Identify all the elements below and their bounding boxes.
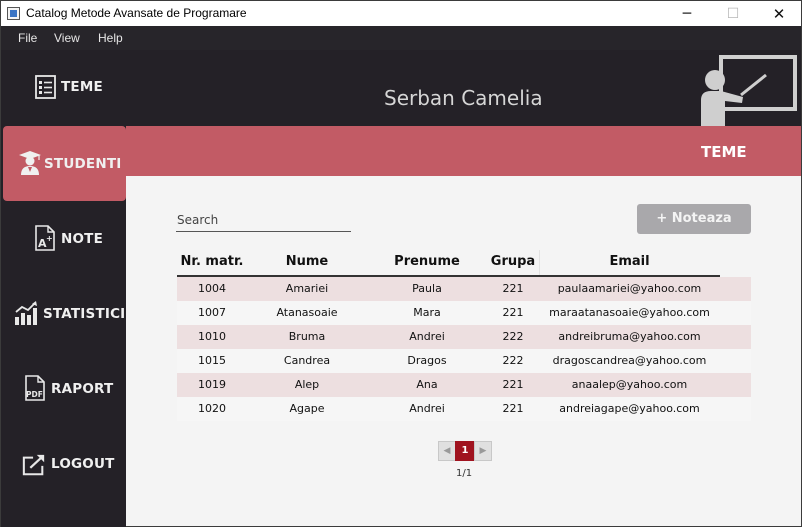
cell-prenume: Paula bbox=[412, 282, 442, 295]
window-titlebar: Catalog Metode Avansate de Programare ─ … bbox=[0, 0, 802, 26]
cell-nr-matr: 1020 bbox=[198, 402, 226, 415]
sidebar-item-statistici[interactable]: STATISTICI bbox=[2, 275, 127, 350]
column-header-nume[interactable]: Nume bbox=[247, 254, 367, 269]
table-row[interactable]: 1015 Candrea Dragos 222 dragoscandrea@ya… bbox=[177, 349, 751, 373]
table-row[interactable]: 1019 Alep Ana 221 anaalep@yahoo.com bbox=[177, 373, 751, 397]
close-button[interactable]: ✕ bbox=[756, 1, 802, 27]
cell-grupa: 221 bbox=[502, 378, 524, 391]
column-header-grupa[interactable]: Grupa bbox=[487, 254, 539, 269]
bar-chart-icon bbox=[15, 301, 37, 325]
pdf-icon: PDF bbox=[25, 375, 45, 401]
sidebar-item-label: TEME bbox=[61, 79, 103, 95]
cell-grupa: 222 bbox=[502, 354, 524, 367]
sidebar-item-label: RAPORT bbox=[51, 381, 114, 397]
table-row[interactable]: 1010 Bruma Andrei 222 andreibruma@yahoo.… bbox=[177, 325, 751, 349]
cell-grupa: 221 bbox=[502, 306, 524, 319]
svg-text:+: + bbox=[46, 234, 53, 243]
page-button-current[interactable]: 1 bbox=[455, 441, 475, 461]
page-count: 1/1 bbox=[456, 468, 473, 479]
logout-icon bbox=[22, 454, 45, 476]
grade-document-icon: A + bbox=[35, 225, 55, 251]
sidebar-item-label: STUDENTI bbox=[44, 156, 122, 172]
column-divider bbox=[539, 250, 540, 277]
column-header-email[interactable]: Email bbox=[539, 254, 720, 269]
cell-prenume: Andrei bbox=[409, 330, 445, 343]
sidebar-item-label: STATISTICI bbox=[43, 306, 126, 322]
cell-grupa: 222 bbox=[502, 330, 524, 343]
section-banner: TEME bbox=[126, 126, 802, 176]
maximize-button[interactable]: ☐ bbox=[710, 1, 756, 27]
cell-nume: Amariei bbox=[285, 282, 329, 295]
cell-nume: Candrea bbox=[283, 354, 331, 367]
user-name: Serban Camelia bbox=[384, 86, 543, 110]
student-icon bbox=[19, 151, 41, 175]
menu-help[interactable]: Help bbox=[98, 31, 123, 45]
noteaza-button[interactable]: + Noteaza bbox=[637, 204, 751, 234]
cell-prenume: Dragos bbox=[407, 354, 447, 367]
cell-email: andreiagape@yahoo.com bbox=[559, 402, 700, 415]
sidebar-item-note[interactable]: A + NOTE bbox=[2, 200, 127, 275]
cell-grupa: 221 bbox=[502, 282, 524, 295]
cell-nr-matr: 1019 bbox=[198, 378, 226, 391]
cell-prenume: Mara bbox=[413, 306, 441, 319]
search-input[interactable] bbox=[176, 208, 351, 232]
cell-nume: Atanasoaie bbox=[276, 306, 338, 319]
sidebar-item-studenti[interactable]: STUDENTI bbox=[3, 126, 126, 201]
sidebar-item-label: LOGOUT bbox=[51, 456, 115, 472]
menu-view[interactable]: View bbox=[54, 31, 80, 45]
list-icon bbox=[35, 75, 56, 99]
cell-email: andreibruma@yahoo.com bbox=[558, 330, 701, 343]
menu-bar: File View Help bbox=[0, 26, 802, 50]
header: Serban Camelia bbox=[126, 50, 802, 126]
table-row[interactable]: 1020 Agape Andrei 221 andreiagape@yahoo.… bbox=[177, 397, 751, 421]
cell-nr-matr: 1010 bbox=[198, 330, 226, 343]
svg-text:PDF: PDF bbox=[26, 390, 43, 399]
cell-nr-matr: 1015 bbox=[198, 354, 226, 367]
cell-nume: Bruma bbox=[288, 330, 326, 343]
cell-email: paulaamariei@yahoo.com bbox=[557, 282, 702, 295]
cell-email: dragoscandrea@yahoo.com bbox=[552, 354, 707, 367]
cell-email: maraatanasoaie@yahoo.com bbox=[549, 306, 710, 319]
prev-page-button[interactable]: ◀ bbox=[438, 441, 456, 461]
table-header: Nr. matr. Nume Prenume Grupa Email bbox=[177, 250, 751, 277]
cell-nr-matr: 1007 bbox=[198, 306, 226, 319]
sidebar-item-raport[interactable]: PDF RAPORT bbox=[2, 350, 127, 425]
next-page-button[interactable]: ▶ bbox=[474, 441, 492, 461]
menu-file[interactable]: File bbox=[18, 31, 37, 45]
cell-nr-matr: 1004 bbox=[198, 282, 226, 295]
cell-prenume: Andrei bbox=[409, 402, 445, 415]
sidebar: TEME STUDENTI A + NOTE STATISTICI PDF RA… bbox=[0, 50, 126, 527]
section-title: TEME bbox=[701, 143, 747, 161]
minimize-button[interactable]: ─ bbox=[664, 1, 710, 27]
column-header-prenume[interactable]: Prenume bbox=[367, 254, 487, 269]
sidebar-item-logout[interactable]: LOGOUT bbox=[2, 425, 127, 500]
sidebar-item-teme[interactable]: TEME bbox=[2, 50, 127, 125]
column-header-nr-matr[interactable]: Nr. matr. bbox=[171, 254, 253, 269]
main-content: + Noteaza Nr. matr. Nume Prenume Grupa E… bbox=[126, 176, 802, 527]
teacher-icon bbox=[701, 55, 797, 126]
cell-nume: Agape bbox=[289, 402, 325, 415]
app-icon bbox=[7, 7, 20, 20]
cell-grupa: 221 bbox=[502, 402, 524, 415]
table-row[interactable]: 1004 Amariei Paula 221 paulaamariei@yaho… bbox=[177, 277, 751, 301]
cell-prenume: Ana bbox=[416, 378, 438, 391]
students-table: Nr. matr. Nume Prenume Grupa Email 1004 … bbox=[177, 250, 751, 421]
sidebar-item-label: NOTE bbox=[61, 231, 104, 247]
table-row[interactable]: 1007 Atanasoaie Mara 221 maraatanasoaie@… bbox=[177, 301, 751, 325]
cell-nume: Alep bbox=[294, 378, 320, 391]
window-title: Catalog Metode Avansate de Programare bbox=[26, 6, 247, 20]
cell-email: anaalep@yahoo.com bbox=[571, 378, 688, 391]
